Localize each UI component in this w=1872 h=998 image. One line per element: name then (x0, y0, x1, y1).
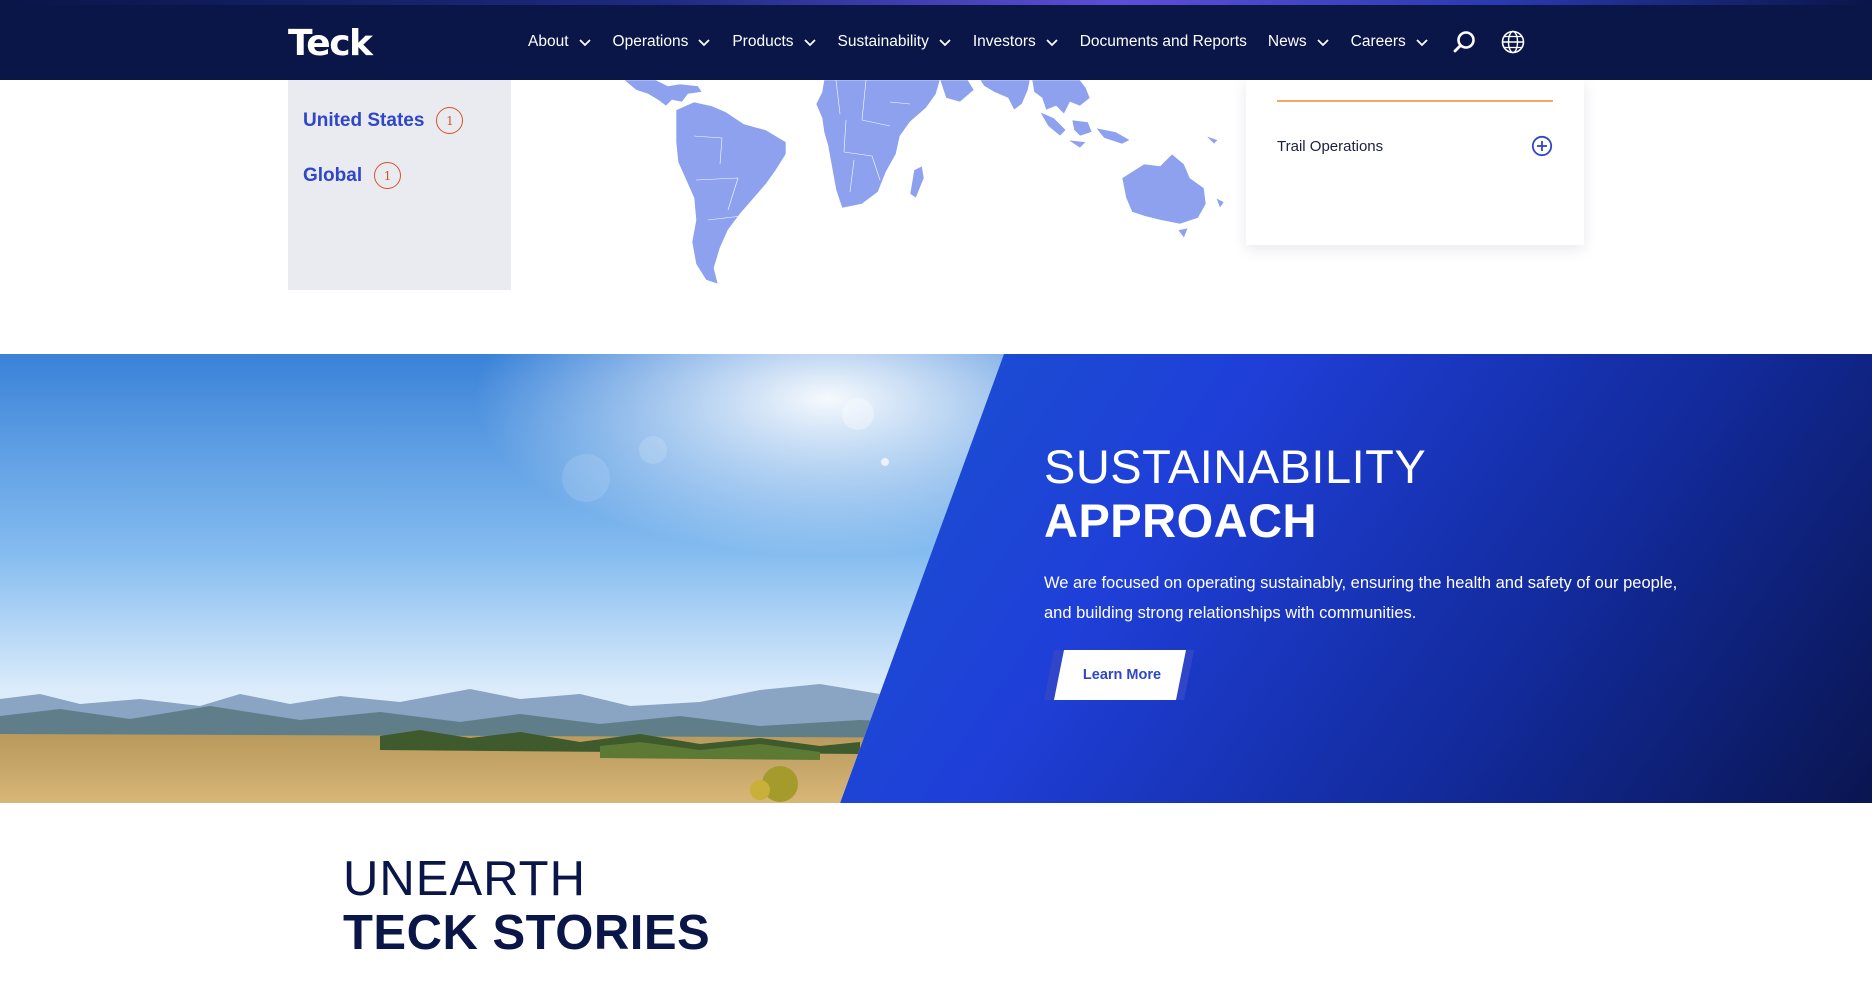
heading-light: UNEARTH (343, 852, 586, 906)
country-item-united-states[interactable]: United States 1 (303, 107, 464, 134)
nav-item-operations[interactable]: Operations (613, 33, 712, 51)
learn-more-label: Learn More (1054, 650, 1186, 700)
nav-item-documents-and-reports[interactable]: Documents and Reports (1080, 33, 1247, 51)
card-divider (1277, 100, 1553, 102)
main-nav: About Operations Products Sustainability… (528, 28, 1546, 56)
operation-item-trail-operations[interactable]: Trail Operations (1277, 135, 1553, 157)
nav-item-label: Documents and Reports (1079, 33, 1247, 50)
chevron-down-icon (1046, 39, 1058, 47)
count-badge: 1 (436, 107, 464, 134)
nav-item-label: Sustainability (837, 33, 929, 50)
operation-label: Trail Operations (1277, 137, 1384, 155)
globe-icon[interactable] (1500, 29, 1526, 55)
chevron-down-icon (1416, 39, 1428, 47)
sustainability-heading: SUSTAINABILITY APPROACH (1044, 440, 1426, 548)
count-badge: 1 (374, 162, 402, 189)
nav-item-label: Investors (972, 33, 1036, 50)
heading-bold: APPROACH (1044, 494, 1317, 547)
country-name: United States (303, 109, 425, 131)
search-icon[interactable] (1452, 29, 1478, 55)
teck-logo[interactable]: Teck (288, 24, 373, 64)
nav-item-label: Careers (1350, 33, 1406, 50)
nav-item-label: Operations (612, 33, 689, 50)
landscape-photo (0, 354, 1010, 803)
nav-item-label: About (528, 33, 569, 50)
nav-item-products[interactable]: Products (732, 33, 816, 51)
chevron-down-icon (578, 39, 591, 47)
nav-item-label: News (1267, 33, 1307, 50)
nav-item-careers[interactable]: Careers (1351, 33, 1429, 51)
nav-item-sustainability[interactable]: Sustainability (838, 33, 952, 51)
operations-list-card: Trail Operations (1246, 80, 1584, 245)
nav-item-about[interactable]: About (528, 33, 592, 51)
chevron-down-icon (803, 39, 816, 47)
country-item-global[interactable]: Global 1 (303, 162, 402, 189)
sustainability-banner: SUSTAINABILITY APPROACH We are focused o… (0, 354, 1872, 803)
stories-heading: UNEARTH TECK STORIES (343, 852, 710, 960)
learn-more-button[interactable]: Learn More (1044, 650, 1194, 700)
heading-light: SUSTAINABILITY (1044, 440, 1427, 493)
country-list-panel: United States 1 Global 1 (288, 80, 511, 290)
world-map[interactable] (610, 80, 1250, 290)
header-accent-bar (0, 0, 1872, 5)
nav-item-news[interactable]: News (1268, 33, 1330, 51)
country-name: Global (303, 164, 363, 186)
nav-item-label: Products (732, 33, 794, 50)
chevron-down-icon (939, 39, 951, 47)
nav-item-investors[interactable]: Investors (973, 33, 1059, 51)
site-header: Teck About Operations Products Sustainab… (0, 0, 1872, 80)
heading-bold: TECK STORIES (343, 906, 711, 960)
sustainability-description: We are focused on operating sustainably,… (1044, 574, 1678, 622)
chevron-down-icon (698, 39, 710, 47)
chevron-down-icon (1317, 39, 1329, 47)
page: Teck About Operations Products Sustainab… (0, 0, 1872, 998)
plus-circle-icon[interactable] (1531, 135, 1553, 157)
